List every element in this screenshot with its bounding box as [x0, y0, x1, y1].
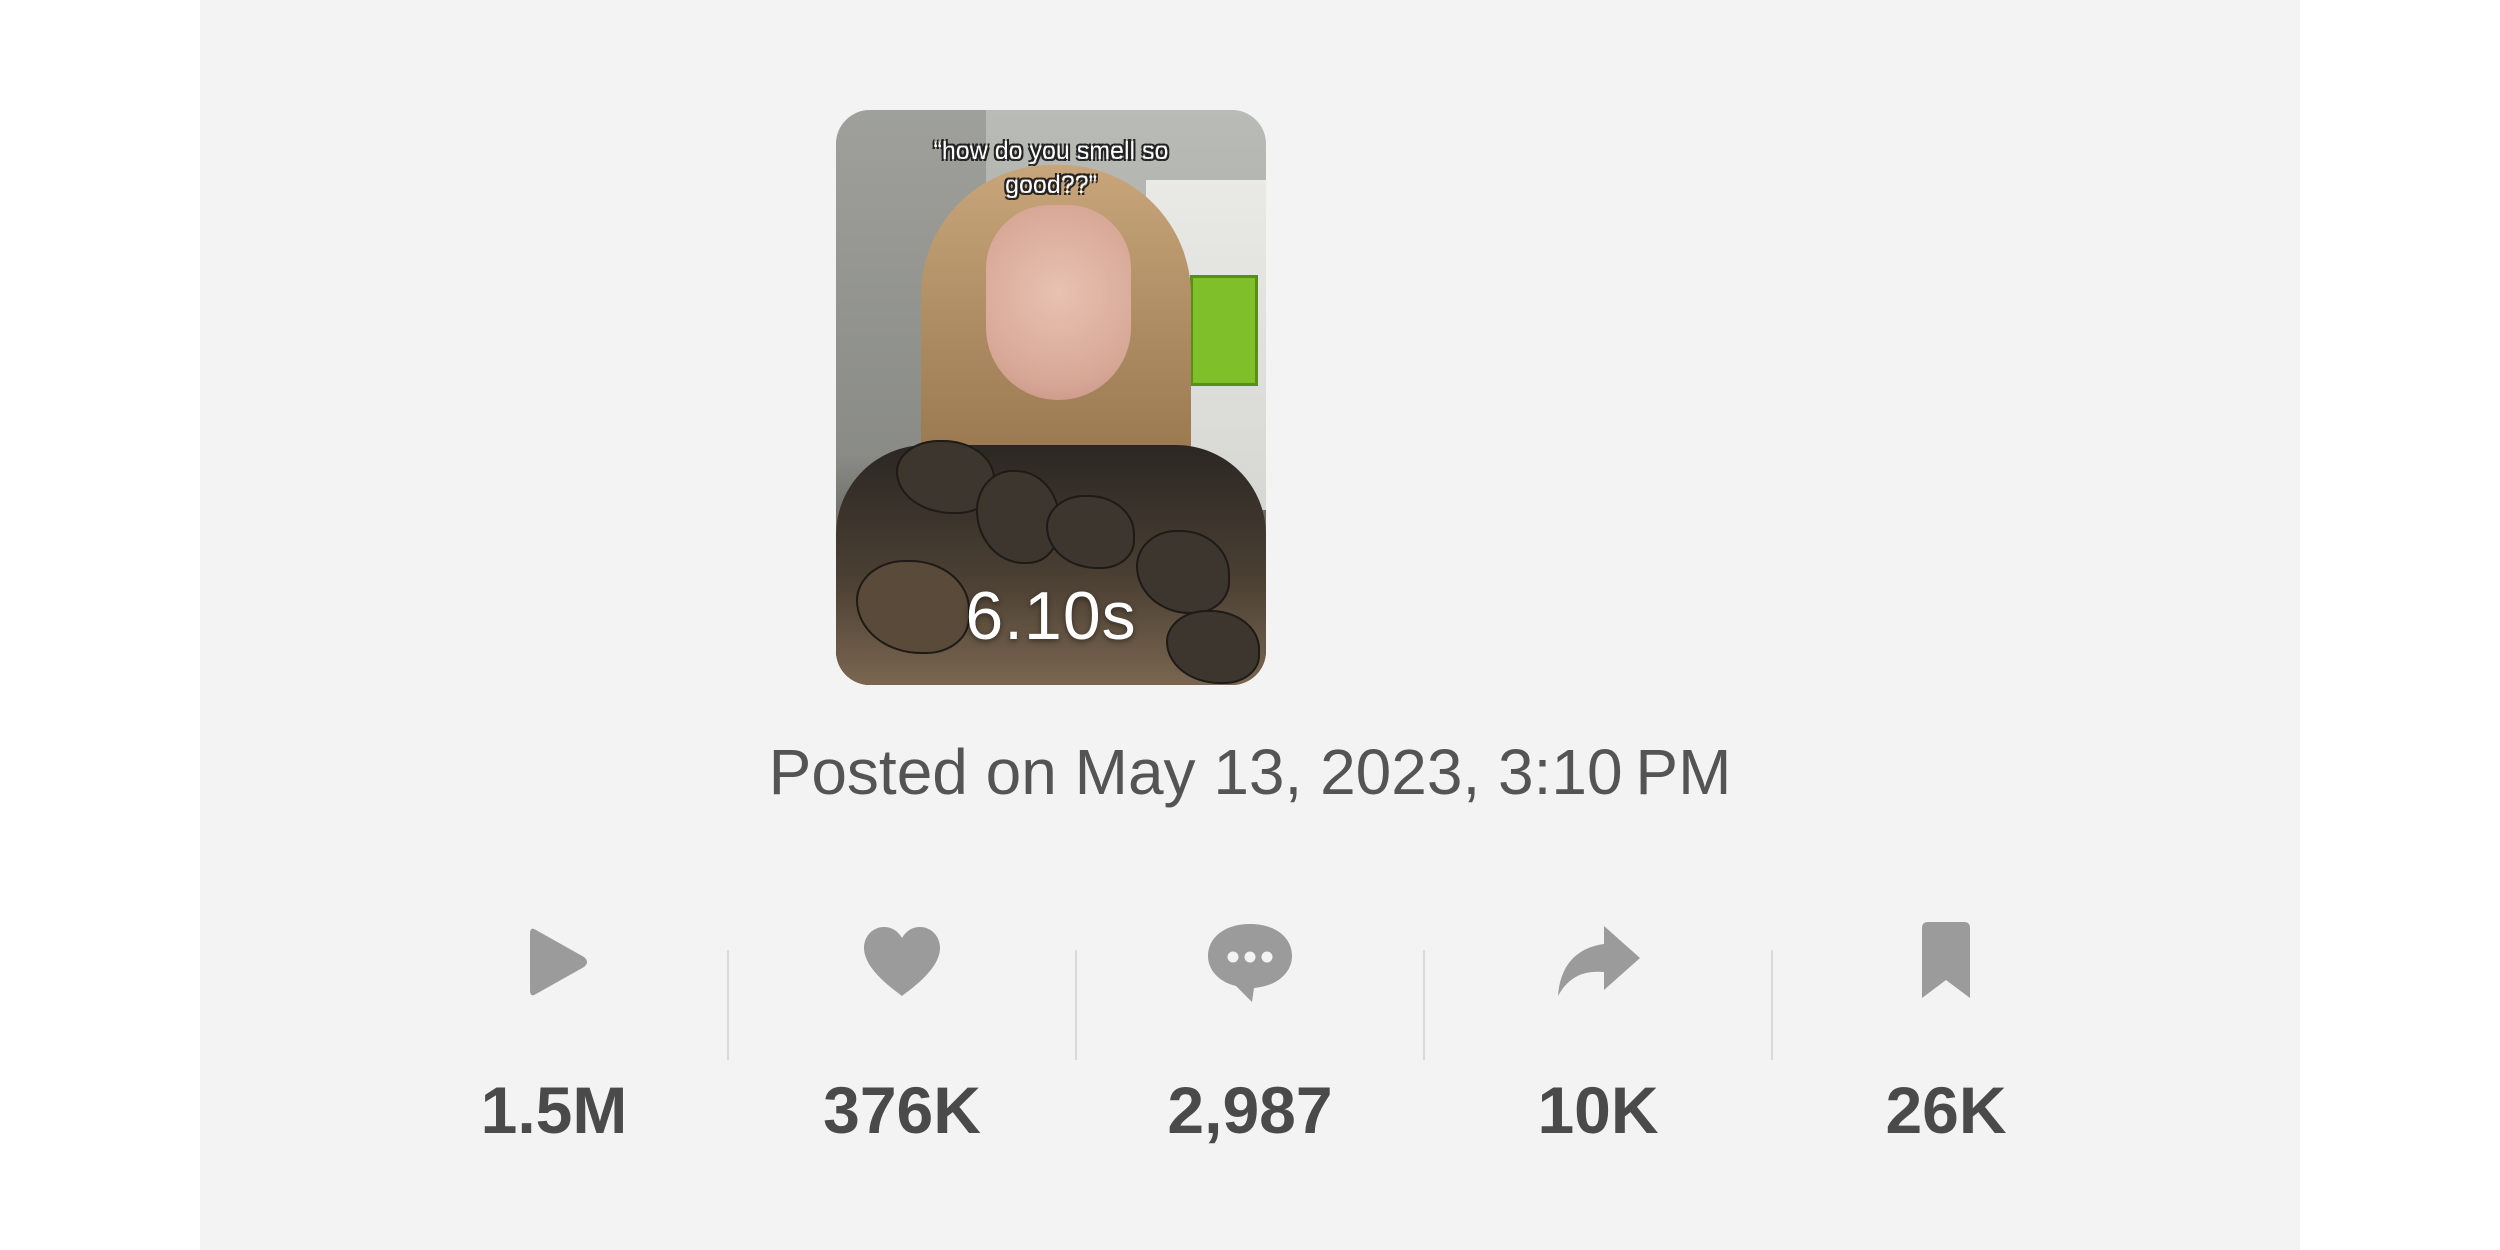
play-icon	[530, 928, 587, 996]
stat-divider	[1075, 950, 1077, 1060]
share-icon	[1558, 926, 1640, 996]
saves-count: 26K	[1885, 1073, 2007, 1147]
thumbnail-person-face	[986, 205, 1131, 400]
bookmark-icon	[1922, 922, 1970, 998]
likes-count: 376K	[823, 1073, 981, 1147]
comment-icon	[1208, 924, 1292, 1002]
video-thumbnail[interactable]: “how do you smell so good??” 6.10s	[836, 110, 1266, 685]
stat-views: 1.5M	[380, 900, 728, 1160]
stat-likes: 376K	[727, 900, 1076, 1160]
stats-row: 1.5M 376K 2,987 10K 26K	[380, 900, 2120, 1160]
heart-icon	[864, 927, 940, 996]
stat-saves: 26K	[1771, 900, 2120, 1160]
thumbnail-green-box	[1190, 275, 1258, 386]
posted-date: Posted on May 13, 2023, 3:10 PM	[768, 736, 1732, 808]
stat-divider	[1423, 950, 1425, 1060]
stat-divider	[1771, 950, 1773, 1060]
stat-divider	[727, 950, 729, 1060]
video-duration: 6.10s	[965, 578, 1137, 654]
shares-count: 10K	[1537, 1073, 1659, 1147]
video-caption: “how do you smell so good??”	[933, 137, 1169, 199]
stat-comments: 2,987	[1075, 900, 1424, 1160]
stat-shares: 10K	[1423, 900, 1772, 1160]
views-count: 1.5M	[480, 1073, 628, 1147]
comments-count: 2,987	[1167, 1073, 1333, 1147]
